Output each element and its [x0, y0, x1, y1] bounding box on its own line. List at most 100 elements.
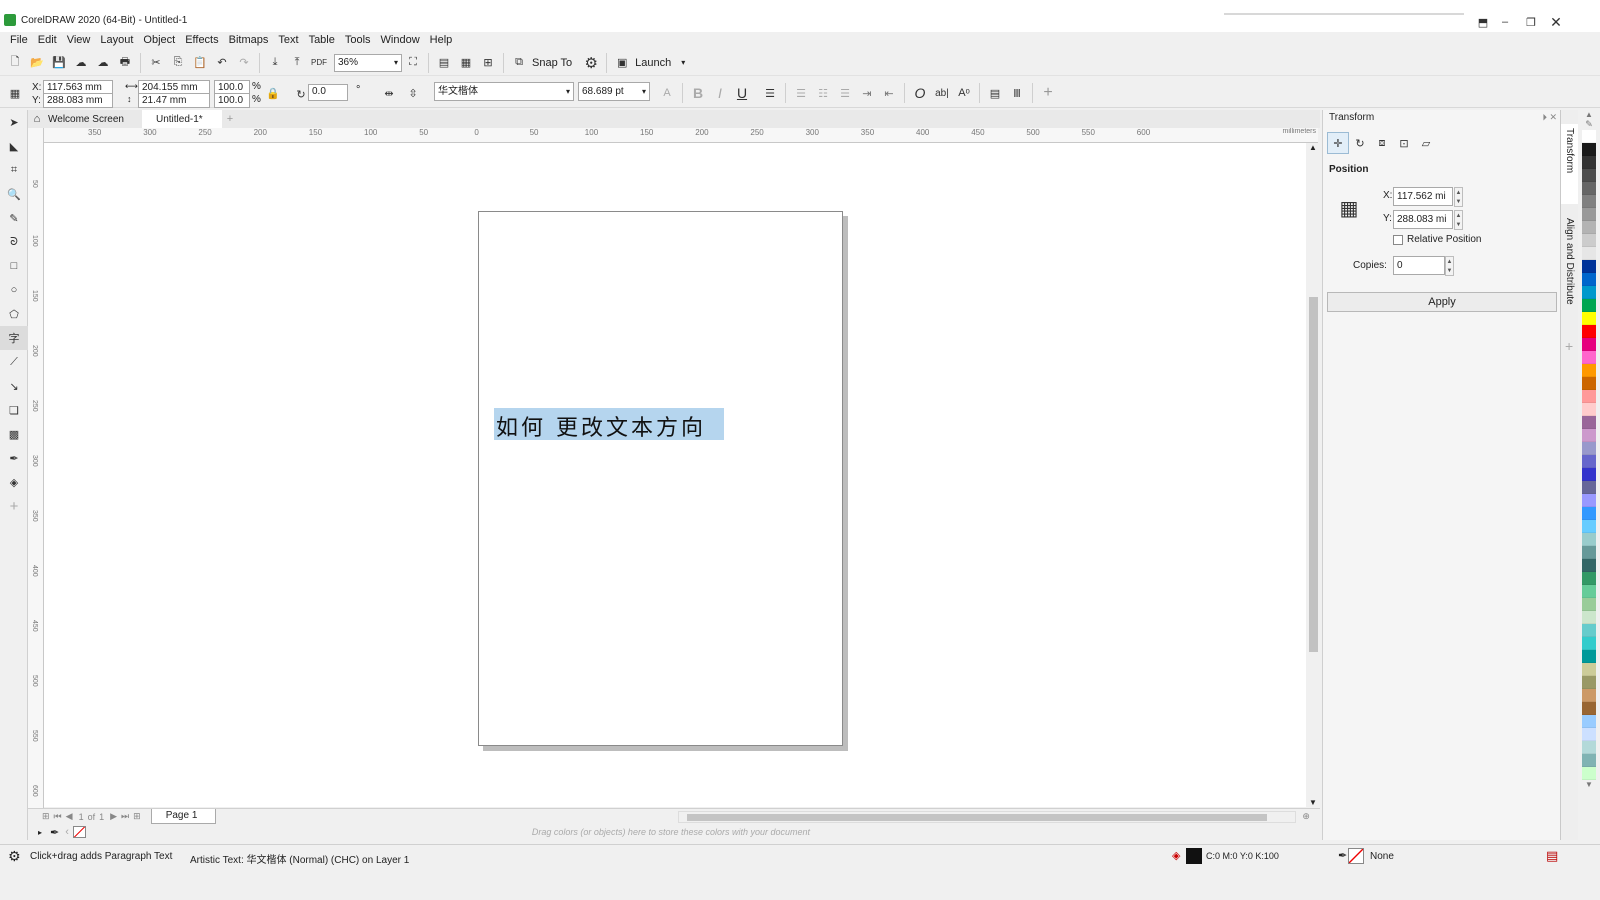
copy-icon[interactable]: ⎘: [167, 52, 189, 74]
font-size-icon[interactable]: A: [656, 82, 678, 104]
color-swatch[interactable]: [1582, 338, 1596, 351]
color-swatch[interactable]: [1582, 221, 1596, 234]
add-page-icon[interactable]: ⊞: [42, 811, 50, 822]
color-swatch[interactable]: [1582, 403, 1596, 416]
docker-x-field[interactable]: 117.562 mi: [1393, 187, 1453, 206]
polygon-tool-icon[interactable]: ⬠: [0, 302, 28, 326]
color-swatch[interactable]: [1582, 273, 1596, 286]
italic-icon[interactable]: I: [709, 82, 731, 104]
rotation-tab-icon[interactable]: ↻: [1349, 132, 1371, 154]
pick-tool-icon[interactable]: ➤: [0, 110, 28, 134]
import-icon[interactable]: ⤓: [264, 52, 286, 74]
artistic-media-tool-icon[interactable]: ᘐ: [0, 230, 28, 254]
color-swatch[interactable]: [1582, 130, 1596, 143]
zoom-nav-icon[interactable]: ⊕: [1302, 811, 1310, 822]
menu-table[interactable]: Table: [309, 34, 335, 46]
options-gear-icon[interactable]: ⚙: [580, 52, 602, 74]
show-rulers-icon[interactable]: ▤: [433, 52, 455, 74]
tab-welcome-screen[interactable]: Welcome Screen: [46, 110, 142, 128]
account-icon[interactable]: ⬒: [1474, 14, 1492, 30]
anchor-grid-icon[interactable]: ▦: [1335, 194, 1363, 222]
open-icon[interactable]: 📂: [26, 52, 48, 74]
interactive-fill-tool-icon[interactable]: ◈: [0, 470, 28, 494]
drop-shadow-tool-icon[interactable]: ❏: [0, 398, 28, 422]
color-swatch[interactable]: [1582, 156, 1596, 169]
outline-color-swatch[interactable]: [1348, 848, 1364, 864]
palette-scroll-down-icon[interactable]: ▼: [1578, 780, 1600, 789]
show-guidelines-icon[interactable]: ⊞: [477, 52, 499, 74]
color-swatch[interactable]: [1582, 481, 1596, 494]
color-management-icon[interactable]: ▤: [1546, 848, 1558, 864]
color-swatch[interactable]: [1582, 390, 1596, 403]
drawing-page[interactable]: [478, 211, 843, 746]
palette-scroll-up-icon[interactable]: ▲: [1578, 110, 1600, 119]
color-swatch[interactable]: [1582, 650, 1596, 663]
color-swatch[interactable]: [1582, 767, 1596, 780]
tab-untitled-1[interactable]: Untitled-1*: [142, 110, 222, 128]
color-swatch[interactable]: [1582, 507, 1596, 520]
new-tab-icon[interactable]: +: [222, 110, 238, 128]
menu-help[interactable]: Help: [430, 34, 453, 46]
show-grid-icon[interactable]: ▦: [455, 52, 477, 74]
horizontal-text-icon[interactable]: ▤: [984, 82, 1006, 104]
menu-bitmaps[interactable]: Bitmaps: [229, 34, 269, 46]
menu-file[interactable]: File: [10, 34, 28, 46]
skew-tab-icon[interactable]: ▱: [1415, 132, 1437, 154]
color-swatch[interactable]: [1582, 494, 1596, 507]
color-swatch[interactable]: [1582, 637, 1596, 650]
palette-left-icon[interactable]: ‹: [65, 826, 69, 838]
restore-button[interactable]: ❐: [1518, 14, 1544, 30]
settings-gear-icon[interactable]: ⚙: [8, 848, 21, 865]
page-tab[interactable]: Page 1: [150, 809, 217, 824]
color-swatch[interactable]: [1582, 728, 1596, 741]
menu-effects[interactable]: Effects: [185, 34, 218, 46]
palette-arrow-icon[interactable]: ▸: [38, 828, 42, 837]
mirror-horizontal-icon[interactable]: ⇹: [378, 82, 400, 104]
lock-ratio-icon[interactable]: 🔒: [262, 82, 284, 104]
add-icon[interactable]: +: [1037, 82, 1059, 104]
palette-options-icon[interactable]: ✎: [1578, 119, 1600, 130]
font-size-list[interactable]: 68.689 pt ▾: [578, 82, 650, 101]
color-swatch[interactable]: [1582, 364, 1596, 377]
decrease-indent-icon[interactable]: ⇤: [878, 82, 900, 104]
crop-tool-icon[interactable]: ⌗: [0, 158, 28, 182]
copies-field[interactable]: 0: [1393, 256, 1445, 275]
color-swatch[interactable]: [1582, 312, 1596, 325]
menu-edit[interactable]: Edit: [38, 34, 57, 46]
full-screen-icon[interactable]: ⛶: [402, 52, 424, 74]
launch-dropdown[interactable]: Launch: [635, 57, 671, 69]
rectangle-tool-icon[interactable]: □: [0, 254, 28, 278]
bullet-list-icon[interactable]: ☰: [790, 82, 812, 104]
connector-tool-icon[interactable]: ↘: [0, 374, 28, 398]
tab-transform[interactable]: Transform: [1561, 124, 1578, 204]
minimize-button[interactable]: ‒: [1492, 14, 1518, 30]
next-page-icon[interactable]: ▶: [110, 811, 117, 822]
paste-icon[interactable]: 📋: [189, 52, 211, 74]
color-swatch[interactable]: [1582, 663, 1596, 676]
print-icon[interactable]: 🖶: [114, 52, 136, 74]
mirror-vertical-icon[interactable]: ⇳: [402, 82, 424, 104]
add-tool-icon[interactable]: +: [0, 494, 28, 518]
vertical-text-icon[interactable]: Ⅲ: [1006, 82, 1028, 104]
horizontal-scrollbar[interactable]: [678, 810, 1297, 823]
freehand-tool-icon[interactable]: ✎: [0, 206, 28, 230]
eyedropper-tool-icon[interactable]: ✒: [0, 446, 28, 470]
new-document-icon[interactable]: 🗋: [4, 52, 26, 74]
color-swatch[interactable]: [1582, 429, 1596, 442]
zoom-tool-icon[interactable]: 🔍: [0, 182, 28, 206]
color-swatch[interactable]: [1582, 572, 1596, 585]
color-swatch[interactable]: [1582, 169, 1596, 182]
menu-view[interactable]: View: [67, 34, 91, 46]
height-field[interactable]: 21.47 mm: [138, 93, 210, 108]
export-pdf-icon[interactable]: PDF: [308, 52, 330, 74]
no-color-swatch[interactable]: [72, 826, 86, 838]
color-swatch[interactable]: [1582, 702, 1596, 715]
menu-layout[interactable]: Layout: [100, 34, 133, 46]
tab-align-and-distribute[interactable]: Align and Distribute: [1561, 214, 1578, 330]
text-options-icon[interactable]: Aᵒ: [953, 82, 975, 104]
color-swatch[interactable]: [1582, 325, 1596, 338]
transparency-tool-icon[interactable]: ▩: [0, 422, 28, 446]
menu-window[interactable]: Window: [381, 34, 420, 46]
color-swatch[interactable]: [1582, 299, 1596, 312]
size-tab-icon[interactable]: ⊡: [1393, 132, 1415, 154]
